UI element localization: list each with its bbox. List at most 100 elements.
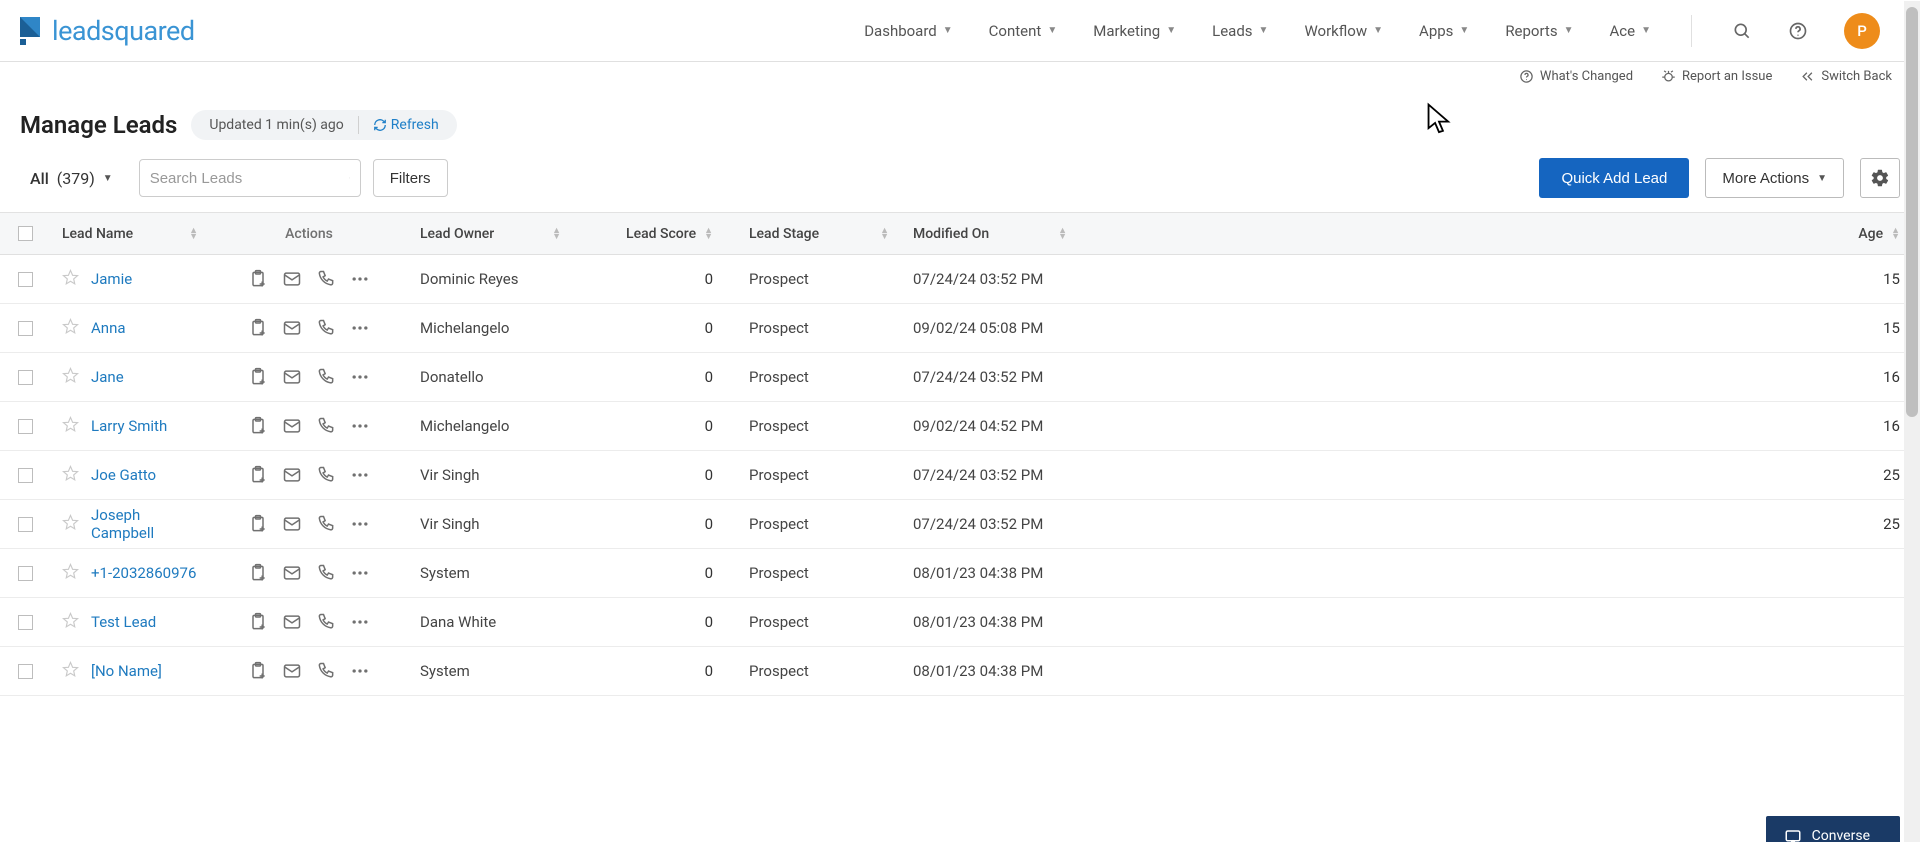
phone-icon[interactable] bbox=[316, 465, 336, 485]
row-checkbox[interactable] bbox=[0, 321, 50, 336]
clipboard-add-icon[interactable] bbox=[248, 269, 268, 289]
more-dots-icon[interactable] bbox=[350, 269, 370, 289]
lead-link[interactable]: Test Lead bbox=[91, 613, 156, 631]
row-checkbox[interactable] bbox=[0, 468, 50, 483]
lead-link[interactable]: Joe Gatto bbox=[91, 466, 156, 484]
clipboard-add-icon[interactable] bbox=[248, 318, 268, 338]
phone-icon[interactable] bbox=[316, 416, 336, 436]
mail-icon[interactable] bbox=[282, 661, 302, 681]
clipboard-add-icon[interactable] bbox=[248, 612, 268, 632]
phone-icon[interactable] bbox=[316, 661, 336, 681]
lead-link[interactable]: Joseph Campbell bbox=[91, 506, 198, 542]
phone-icon[interactable] bbox=[316, 318, 336, 338]
lead-link[interactable]: Jane bbox=[91, 368, 124, 386]
star-icon[interactable] bbox=[62, 514, 79, 535]
brand-logo[interactable]: leadsquared bbox=[20, 15, 195, 47]
lead-link[interactable]: Anna bbox=[91, 319, 126, 337]
star-icon[interactable] bbox=[62, 612, 79, 633]
mail-icon[interactable] bbox=[282, 269, 302, 289]
mail-icon[interactable] bbox=[282, 416, 302, 436]
refresh-link[interactable]: Refresh bbox=[373, 117, 439, 133]
lead-link[interactable]: [No Name] bbox=[91, 662, 162, 680]
col-lead-score[interactable]: Lead Score▲▼ bbox=[573, 226, 737, 242]
help-icon[interactable] bbox=[1788, 21, 1808, 41]
lead-link[interactable]: Jamie bbox=[91, 270, 132, 288]
clipboard-add-icon[interactable] bbox=[248, 416, 268, 436]
clipboard-add-icon[interactable] bbox=[248, 465, 268, 485]
cell-lead-name: Joe Gatto bbox=[50, 465, 210, 486]
phone-icon[interactable] bbox=[316, 612, 336, 632]
more-actions-button[interactable]: More Actions ▼ bbox=[1705, 158, 1844, 198]
cell-actions bbox=[210, 514, 408, 534]
phone-icon[interactable] bbox=[316, 367, 336, 387]
more-dots-icon[interactable] bbox=[350, 318, 370, 338]
nav-leads[interactable]: Leads▼ bbox=[1212, 22, 1268, 40]
clipboard-add-icon[interactable] bbox=[248, 514, 268, 534]
col-checkbox[interactable] bbox=[0, 226, 50, 241]
nav-dashboard[interactable]: Dashboard▼ bbox=[864, 22, 952, 40]
lead-link[interactable]: +1-2032860976 bbox=[91, 564, 196, 582]
more-dots-icon[interactable] bbox=[350, 563, 370, 583]
clipboard-add-icon[interactable] bbox=[248, 367, 268, 387]
star-icon[interactable] bbox=[62, 661, 79, 682]
nav-content[interactable]: Content▼ bbox=[989, 22, 1058, 40]
star-icon[interactable] bbox=[62, 367, 79, 388]
col-lead-stage[interactable]: Lead Stage▲▼ bbox=[737, 226, 901, 242]
converse-label: Converse bbox=[1812, 828, 1870, 842]
more-dots-icon[interactable] bbox=[350, 514, 370, 534]
filters-button[interactable]: Filters bbox=[373, 159, 448, 197]
nav-apps[interactable]: Apps▼ bbox=[1419, 22, 1469, 40]
nav-reports[interactable]: Reports▼ bbox=[1505, 22, 1573, 40]
col-lead-owner[interactable]: Lead Owner▲▼ bbox=[408, 226, 573, 242]
row-checkbox[interactable] bbox=[0, 370, 50, 385]
more-dots-icon[interactable] bbox=[350, 465, 370, 485]
phone-icon[interactable] bbox=[316, 514, 336, 534]
switch-back-link[interactable]: Switch Back bbox=[1800, 69, 1892, 84]
mail-icon[interactable] bbox=[282, 367, 302, 387]
lead-link[interactable]: Larry Smith bbox=[91, 417, 167, 435]
row-checkbox[interactable] bbox=[0, 566, 50, 581]
clipboard-add-icon[interactable] bbox=[248, 661, 268, 681]
whats-changed-link[interactable]: What's Changed bbox=[1519, 69, 1633, 84]
more-dots-icon[interactable] bbox=[350, 661, 370, 681]
row-checkbox[interactable] bbox=[0, 419, 50, 434]
mail-icon[interactable] bbox=[282, 514, 302, 534]
scrollbar-thumb[interactable] bbox=[1906, 7, 1918, 417]
avatar[interactable]: P bbox=[1844, 13, 1880, 49]
converse-button[interactable]: Converse bbox=[1766, 816, 1900, 842]
more-dots-icon[interactable] bbox=[350, 367, 370, 387]
phone-icon[interactable] bbox=[316, 563, 336, 583]
col-modified-on[interactable]: Modified On▲▼ bbox=[901, 226, 1079, 242]
phone-icon[interactable] bbox=[316, 269, 336, 289]
row-checkbox[interactable] bbox=[0, 272, 50, 287]
report-issue-link[interactable]: Report an Issue bbox=[1661, 69, 1772, 84]
filter-dropdown[interactable]: All (379) ▼ bbox=[20, 161, 123, 196]
chevron-down-icon: ▼ bbox=[943, 25, 953, 36]
nav-workflow[interactable]: Workflow▼ bbox=[1304, 22, 1383, 40]
nav-marketing[interactable]: Marketing▼ bbox=[1093, 22, 1176, 40]
star-icon[interactable] bbox=[62, 269, 79, 290]
row-checkbox[interactable] bbox=[0, 615, 50, 630]
star-icon[interactable] bbox=[62, 416, 79, 437]
row-checkbox[interactable] bbox=[0, 517, 50, 532]
quick-add-lead-button[interactable]: Quick Add Lead bbox=[1539, 158, 1689, 198]
search-leads-box[interactable] bbox=[139, 159, 361, 197]
star-icon[interactable] bbox=[62, 318, 79, 339]
mail-icon[interactable] bbox=[282, 612, 302, 632]
settings-button[interactable] bbox=[1860, 158, 1900, 198]
mail-icon[interactable] bbox=[282, 318, 302, 338]
more-dots-icon[interactable] bbox=[350, 612, 370, 632]
table-row: Test LeadDana White0Prospect08/01/23 04:… bbox=[0, 598, 1920, 647]
search-input[interactable] bbox=[150, 170, 349, 187]
search-icon[interactable] bbox=[1732, 21, 1752, 41]
more-dots-icon[interactable] bbox=[350, 416, 370, 436]
star-icon[interactable] bbox=[62, 465, 79, 486]
col-lead-name[interactable]: Lead Name▲▼ bbox=[50, 226, 210, 242]
row-checkbox[interactable] bbox=[0, 664, 50, 679]
star-icon[interactable] bbox=[62, 563, 79, 584]
mail-icon[interactable] bbox=[282, 465, 302, 485]
clipboard-add-icon[interactable] bbox=[248, 563, 268, 583]
nav-ace[interactable]: Ace▼ bbox=[1610, 22, 1652, 40]
vertical-scrollbar[interactable] bbox=[1904, 1, 1920, 842]
mail-icon[interactable] bbox=[282, 563, 302, 583]
